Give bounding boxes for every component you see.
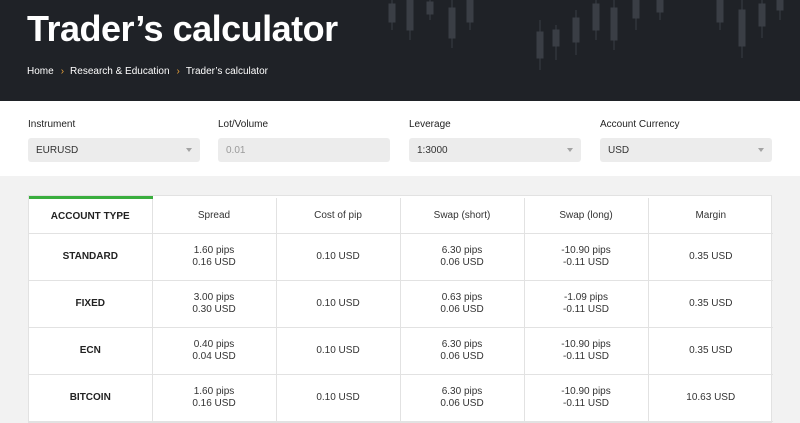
swap-short-pips: 0.63 pips bbox=[441, 292, 483, 303]
spread-pips: 3.00 pips bbox=[193, 292, 235, 303]
swap-short-cell: 6.30 pips 0.06 USD bbox=[399, 233, 524, 281]
breadcrumb-current: Trader’s calculator bbox=[185, 66, 268, 77]
page-title: Trader’s calculator bbox=[27, 8, 338, 49]
instrument-select[interactable]: EURUSD bbox=[28, 138, 200, 162]
cost-of-pip-cell: 0.10 USD bbox=[275, 327, 400, 375]
column-header-account-type[interactable]: ACCOUNT TYPE bbox=[29, 196, 152, 234]
leverage-value: 1:3000 bbox=[417, 144, 448, 156]
column-header-spread: Spread bbox=[151, 197, 276, 234]
breadcrumb-chevron-icon: › bbox=[60, 66, 65, 77]
spread-usd: 0.16 USD bbox=[192, 257, 236, 268]
breadcrumb-chevron-icon: › bbox=[176, 66, 180, 77]
cost-of-pip-cell: 0.10 USD bbox=[275, 280, 400, 328]
account-type-cell: STANDARD bbox=[29, 233, 152, 281]
lot-volume-label: Lot/Volume bbox=[218, 119, 269, 130]
margin-cell: 0.35 USD bbox=[647, 280, 773, 328]
margin-cell: 0.35 USD bbox=[647, 327, 773, 375]
spread-usd: 0.16 USD bbox=[192, 398, 236, 409]
lot-volume-input[interactable]: 0.01 bbox=[218, 138, 390, 162]
spread-pips: 0.40 pips bbox=[193, 339, 235, 350]
column-header-cost-of-pip: Cost of pip bbox=[275, 197, 400, 234]
swap-long-pips: -10.90 pips bbox=[561, 339, 611, 350]
swap-short-usd: 0.06 USD bbox=[440, 398, 484, 409]
leverage-label: Leverage bbox=[409, 119, 451, 130]
chevron-down-icon bbox=[567, 148, 573, 152]
swap-long-cell: -10.90 pips -0.11 USD bbox=[523, 233, 648, 281]
swap-long-cell: -10.90 pips -0.11 USD bbox=[523, 327, 648, 375]
spread-cell: 1.60 pips 0.16 USD bbox=[151, 233, 276, 281]
table-row: BITCOIN 1.60 pips 0.16 USD 0.10 USD 6.30 … bbox=[29, 374, 773, 422]
swap-long-cell: -1.09 pips -0.11 USD bbox=[523, 280, 648, 328]
spread-pips: 1.60 pips bbox=[193, 386, 235, 397]
lot-volume-field: Lot/Volume 0.01 bbox=[218, 119, 390, 162]
spread-cell: 0.40 pips 0.04 USD bbox=[151, 327, 276, 375]
swap-long-usd: -0.11 USD bbox=[563, 351, 609, 362]
spread-cell: 3.00 pips 0.30 USD bbox=[151, 280, 276, 328]
swap-short-pips: 6.30 pips bbox=[441, 386, 483, 397]
account-currency-field: Account Currency USD bbox=[600, 119, 772, 162]
breadcrumb-home-link[interactable]: Home bbox=[27, 66, 54, 77]
page-header: Trader’s calculator Home › Research & Ed… bbox=[0, 0, 800, 101]
swap-long-usd: -0.11 USD bbox=[563, 398, 609, 409]
swap-short-cell: 6.30 pips 0.06 USD bbox=[399, 327, 524, 375]
column-header-margin: Margin bbox=[647, 197, 773, 234]
instrument-value: EURUSD bbox=[36, 144, 79, 156]
table-row: ECN 0.40 pips 0.04 USD 0.10 USD 6.30 pips… bbox=[29, 327, 773, 375]
instrument-label: Instrument bbox=[28, 119, 76, 130]
results-table: ACCOUNT TYPE Spread Cost of pip Swap (sh… bbox=[28, 195, 773, 423]
column-header-swap-long: Swap (long) bbox=[523, 197, 648, 234]
breadcrumb-research-link[interactable]: Research & Education bbox=[70, 66, 170, 77]
leverage-select[interactable]: 1:3000 bbox=[409, 138, 581, 162]
calculator-form: Instrument EURUSD Lot/Volume 0.01 Levera… bbox=[0, 101, 800, 176]
instrument-field: Instrument EURUSD bbox=[28, 119, 200, 162]
margin-cell: 10.63 USD bbox=[647, 374, 773, 422]
swap-long-pips: -10.90 pips bbox=[561, 386, 611, 397]
account-type-cell: FIXED bbox=[29, 280, 152, 328]
column-header-swap-short: Swap (short) bbox=[399, 197, 524, 234]
cost-of-pip-cell: 0.10 USD bbox=[275, 233, 400, 281]
swap-short-pips: 6.30 pips bbox=[441, 339, 483, 350]
spread-cell: 1.60 pips 0.16 USD bbox=[151, 374, 276, 422]
spread-pips: 1.60 pips bbox=[193, 245, 235, 256]
swap-short-usd: 0.06 USD bbox=[440, 257, 484, 268]
chevron-down-icon bbox=[186, 148, 192, 152]
account-currency-value: USD bbox=[608, 144, 630, 156]
swap-long-cell: -10.90 pips -0.11 USD bbox=[523, 374, 648, 422]
swap-short-usd: 0.06 USD bbox=[440, 304, 484, 315]
swap-short-cell: 6.30 pips 0.06 USD bbox=[399, 374, 524, 422]
swap-long-pips: -1.09 pips bbox=[564, 292, 608, 303]
swap-short-usd: 0.06 USD bbox=[440, 351, 484, 362]
swap-long-usd: -0.11 USD bbox=[563, 304, 609, 315]
spread-usd: 0.04 USD bbox=[192, 351, 236, 362]
account-type-cell: BITCOIN bbox=[29, 374, 152, 422]
swap-long-pips: -10.90 pips bbox=[561, 245, 611, 256]
chevron-down-icon bbox=[758, 148, 764, 152]
account-currency-label: Account Currency bbox=[600, 119, 680, 130]
account-type-cell: ECN bbox=[29, 327, 152, 375]
leverage-field: Leverage 1:3000 bbox=[409, 119, 581, 162]
swap-short-cell: 0.63 pips 0.06 USD bbox=[399, 280, 524, 328]
breadcrumb: Home › Research & Education › Trader’s c… bbox=[27, 66, 268, 77]
spread-usd: 0.30 USD bbox=[192, 304, 236, 315]
table-row: STANDARD 1.60 pips 0.16 USD 0.10 USD 6.30… bbox=[29, 233, 773, 281]
swap-short-pips: 6.30 pips bbox=[441, 245, 483, 256]
table-row: FIXED 3.00 pips 0.30 USD 0.10 USD 0.63 pi… bbox=[29, 280, 773, 328]
margin-cell: 0.35 USD bbox=[647, 233, 773, 281]
table-header-row: ACCOUNT TYPE Spread Cost of pip Swap (sh… bbox=[29, 196, 773, 234]
lot-volume-placeholder: 0.01 bbox=[226, 144, 246, 156]
account-currency-select[interactable]: USD bbox=[600, 138, 772, 162]
cost-of-pip-cell: 0.10 USD bbox=[275, 374, 400, 422]
swap-long-usd: -0.11 USD bbox=[563, 257, 609, 268]
